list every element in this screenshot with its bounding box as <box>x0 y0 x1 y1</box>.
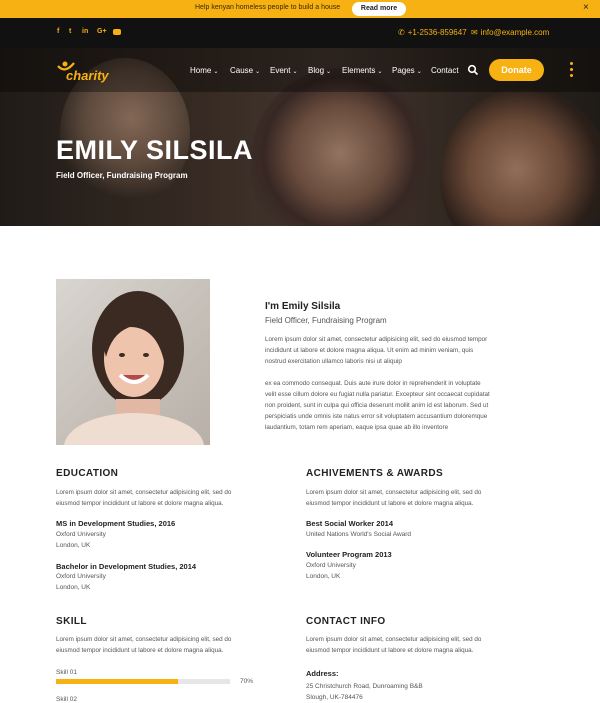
hero-banner: charity Home ⌄ Cause ⌄ Event ⌄ Blog ⌄ Elemen… <box>0 48 600 226</box>
linkedin-icon[interactable]: in <box>82 28 88 35</box>
education-item-title: MS in Development Studies, 2016 <box>56 519 176 528</box>
achievement-item-line: London, UK <box>306 573 341 580</box>
contact-email[interactable]: ✉ info@example.com <box>471 28 549 37</box>
page-subtitle: Field Officer, Fundraising Program <box>56 171 188 180</box>
chevron-down-icon: ⌄ <box>213 69 219 75</box>
achievement-item-line: Oxford University <box>306 562 356 569</box>
profile-bio-2: ex ea commodo consequat. Duis aute irure… <box>265 380 490 431</box>
info-bar: f t in G+ ✆ +1-2536-859647 ✉ info@example.… <box>0 18 600 48</box>
email-text: info@example.com <box>480 28 550 37</box>
education-item-line: Oxford University <box>56 531 106 538</box>
address-label: Address: <box>306 669 339 678</box>
twitter-icon[interactable]: t <box>69 28 71 35</box>
nav-elements[interactable]: Elements ⌄ <box>342 66 382 75</box>
chevron-down-icon: ⌄ <box>255 69 261 75</box>
profile-photo <box>56 279 210 445</box>
main-navbar: charity Home ⌄ Cause ⌄ Event ⌄ Blog ⌄ Elemen… <box>0 48 600 92</box>
chevron-down-icon: ⌄ <box>326 69 332 75</box>
phone-text: +1-2536-859647 <box>407 28 467 37</box>
contact-info-intro: Lorem ipsum dolor sit amet, consectetur … <box>306 636 482 654</box>
education-item-line: London, UK <box>56 542 91 549</box>
achievement-item-title: Volunteer Program 2013 <box>306 550 392 559</box>
google-plus-icon[interactable]: G+ <box>97 28 107 35</box>
nav-event[interactable]: Event ⌄ <box>270 66 298 75</box>
facebook-icon[interactable]: f <box>57 28 59 35</box>
education-intro: Lorem ipsum dolor sit amet, consectetur … <box>56 489 232 507</box>
announcement-text: Help kenyan homeless people to build a h… <box>195 4 341 11</box>
profile-heading: I'm Emily Silsila <box>265 301 341 312</box>
skill-progress-bar <box>56 679 230 684</box>
nav-pages[interactable]: Pages ⌄ <box>392 66 422 75</box>
announcement-bar: Help kenyan homeless people to build a h… <box>0 0 600 18</box>
address-line: 25 Christchurch Road, Dunroaming B&B <box>306 683 423 690</box>
search-icon[interactable] <box>467 64 479 76</box>
chevron-down-icon: ⌄ <box>377 69 383 75</box>
nav-cause[interactable]: Cause ⌄ <box>230 66 260 75</box>
skill-percent: 70% <box>240 678 254 685</box>
education-item-line: London, UK <box>56 584 91 591</box>
nav-contact[interactable]: Contact <box>431 66 459 75</box>
education-item-line: Oxford University <box>56 573 106 580</box>
youtube-icon[interactable] <box>113 29 121 35</box>
read-more-button[interactable]: Read more <box>352 2 406 16</box>
mail-icon: ✉ <box>471 28 478 37</box>
more-menu-icon[interactable] <box>570 62 574 80</box>
nav-home[interactable]: Home ⌄ <box>190 66 218 75</box>
contact-phone[interactable]: ✆ +1-2536-859647 <box>398 28 467 37</box>
skill-progress-fill <box>56 679 178 684</box>
brand-logo[interactable]: charity <box>66 68 109 83</box>
profile-photo-image <box>64 291 204 445</box>
skill-title: SKILL <box>56 616 87 627</box>
close-icon[interactable]: × <box>583 2 589 13</box>
achievement-item-title: Best Social Worker 2014 <box>306 519 393 528</box>
skill-label: Skill 02 <box>56 696 77 703</box>
page-title: EMILY SILSILA <box>56 135 254 165</box>
education-title: EDUCATION <box>56 468 119 479</box>
contact-info-title: CONTACT INFO <box>306 616 386 627</box>
profile-role: Field Officer, Fundraising Program <box>265 316 387 325</box>
skill-intro: Lorem ipsum dolor sit amet, consectetur … <box>56 636 232 654</box>
donate-button[interactable]: Donate <box>489 59 544 81</box>
phone-icon: ✆ <box>398 28 405 37</box>
achievements-intro: Lorem ipsum dolor sit amet, consectetur … <box>306 489 482 507</box>
chevron-down-icon: ⌄ <box>416 69 422 75</box>
address-line: Slough, UK-784476 <box>306 694 363 701</box>
education-item-title: Bachelor in Development Studies, 2014 <box>56 562 197 571</box>
nav-blog[interactable]: Blog ⌄ <box>308 66 331 75</box>
chevron-down-icon: ⌄ <box>292 69 298 75</box>
achievement-item-line: United Nations World's Social Award <box>306 531 412 538</box>
skill-label: Skill 01 <box>56 669 77 676</box>
profile-bio-1: Lorem ipsum dolor sit amet, consectetur … <box>265 336 488 365</box>
achievements-title: ACHIVEMENTS & AWARDS <box>306 468 444 479</box>
